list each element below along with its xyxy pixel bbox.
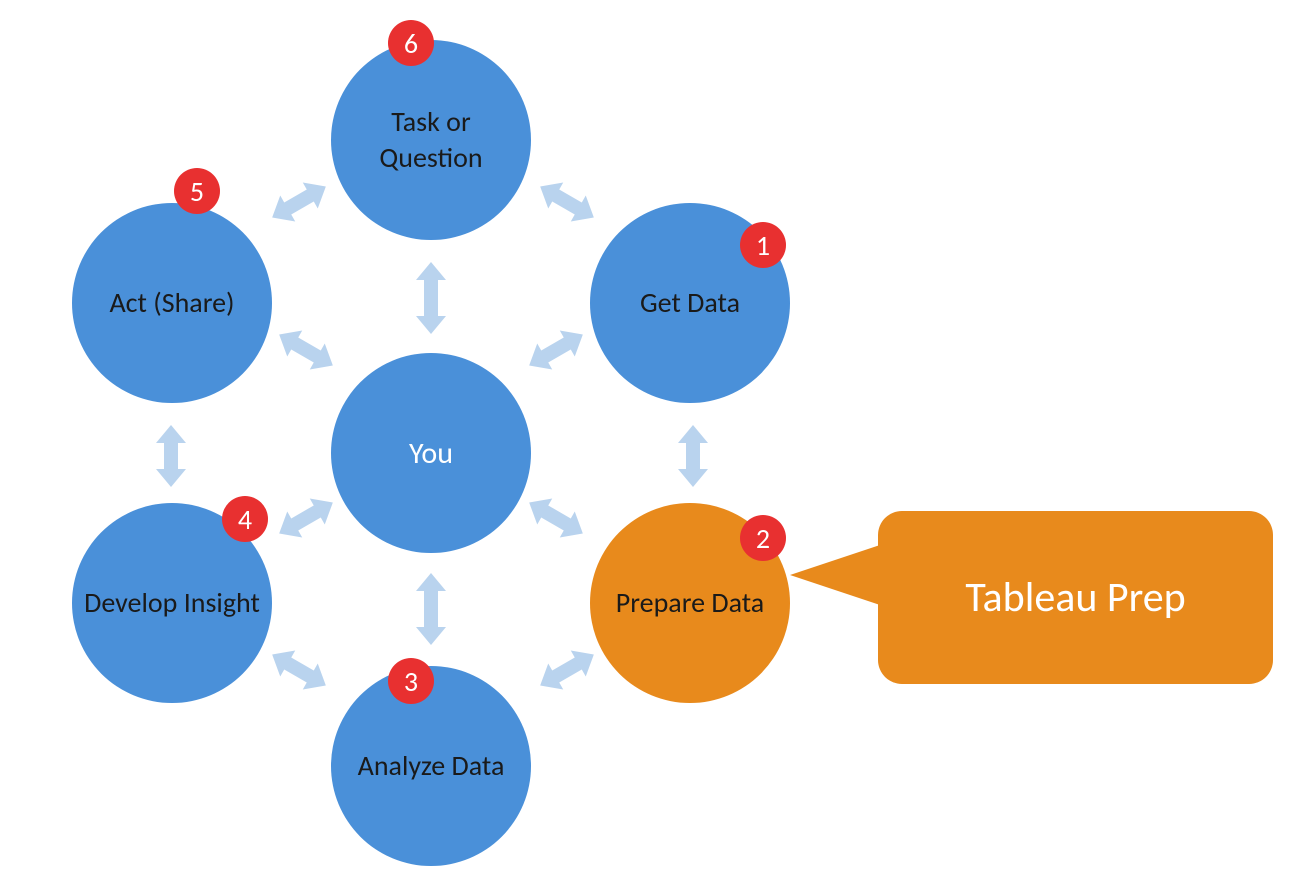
badge-number: 2 [756, 521, 770, 556]
bidir-arrow-icon [533, 642, 602, 699]
badge-number: 6 [404, 26, 418, 61]
node-label: Get Data [630, 275, 750, 331]
badge-number: 3 [404, 664, 418, 699]
step-badge: 3 [388, 658, 434, 704]
step-badge: 1 [740, 222, 786, 268]
badge-number: 1 [756, 228, 770, 263]
bidir-arrow-icon [265, 642, 334, 699]
node-label: Develop Insight [74, 575, 270, 631]
bidir-arrow-icon [416, 262, 446, 334]
step-badge: 6 [388, 20, 434, 66]
bidir-arrow-icon [272, 490, 341, 547]
node-label: You [409, 435, 453, 472]
step-badge: 4 [222, 496, 268, 542]
badge-number: 5 [190, 174, 204, 209]
bidir-arrow-icon [265, 174, 334, 231]
node-act-share: Act (Share) [72, 203, 272, 403]
node-analyze-data: Analyze Data [331, 666, 531, 866]
node-label: Task or Question [331, 94, 531, 187]
step-badge: 5 [174, 168, 220, 214]
badge-number: 4 [238, 502, 252, 537]
callout-tableau-prep: Tableau Prep [878, 511, 1273, 684]
node-label: Act (Share) [99, 275, 244, 331]
node-task-question: Task or Question [331, 40, 531, 240]
bidir-arrow-icon [678, 425, 708, 487]
callout-pointer-icon [790, 545, 880, 605]
bidir-arrow-icon [156, 425, 186, 487]
bidir-arrow-icon [533, 174, 602, 231]
bidir-arrow-icon [522, 490, 591, 547]
step-badge: 2 [740, 515, 786, 561]
node-center-you: You [331, 353, 531, 553]
bidir-arrow-icon [272, 322, 341, 379]
bidir-arrow-icon [416, 573, 446, 645]
node-label: Analyze Data [348, 738, 515, 794]
bidir-arrow-icon [522, 322, 591, 379]
callout-label: Tableau Prep [965, 572, 1185, 623]
node-label: Prepare Data [606, 575, 774, 631]
